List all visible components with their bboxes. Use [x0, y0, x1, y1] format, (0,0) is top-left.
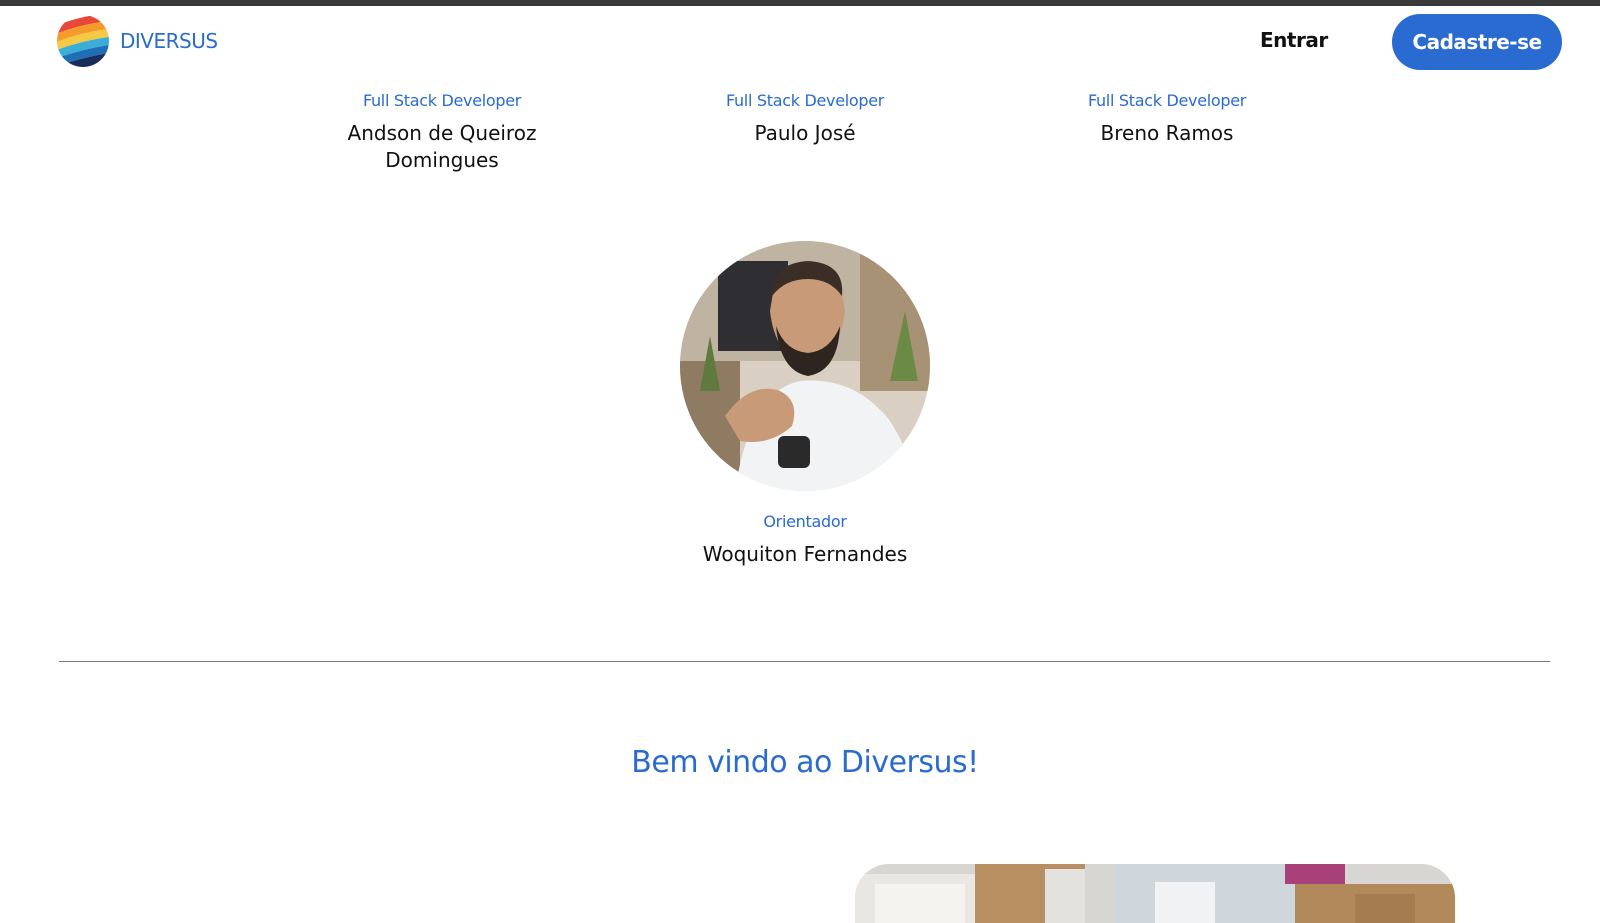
team-member-card: Full Stack Developer Breno Ramos — [1037, 91, 1297, 147]
welcome-title: Bem vindo ao Diversus! — [631, 745, 979, 780]
member-role: Full Stack Developer — [1087, 91, 1247, 110]
team-member-card: Full Stack Developer Andson de Queiroz D… — [312, 91, 572, 174]
advisor-name: Woquiton Fernandes — [702, 542, 908, 566]
member-name: Breno Ramos — [1100, 121, 1234, 145]
advisor-role: Orientador — [763, 512, 847, 531]
member-role: Full Stack Developer — [362, 91, 522, 110]
member-role: Full Stack Developer — [725, 91, 885, 110]
advisor-avatar — [680, 241, 930, 491]
login-link[interactable]: Entrar — [1260, 28, 1328, 52]
member-name: Andson de Queiroz Domingues — [347, 121, 537, 172]
team-member-card: Full Stack Developer Paulo José — [675, 91, 935, 147]
diversus-logo-icon — [56, 14, 110, 68]
brand-logo-link[interactable]: DIVERSUS — [56, 14, 218, 68]
signup-button[interactable]: Cadastre-se — [1392, 14, 1562, 70]
brand-name: DIVERSUS — [120, 29, 218, 53]
member-name: Paulo José — [754, 121, 856, 145]
section-divider — [59, 661, 1550, 662]
feature-photo — [855, 864, 1455, 923]
site-header: DIVERSUS Entrar Cadastre-se — [0, 6, 1600, 80]
advisor-card: Orientador Woquiton Fernandes — [675, 512, 935, 568]
